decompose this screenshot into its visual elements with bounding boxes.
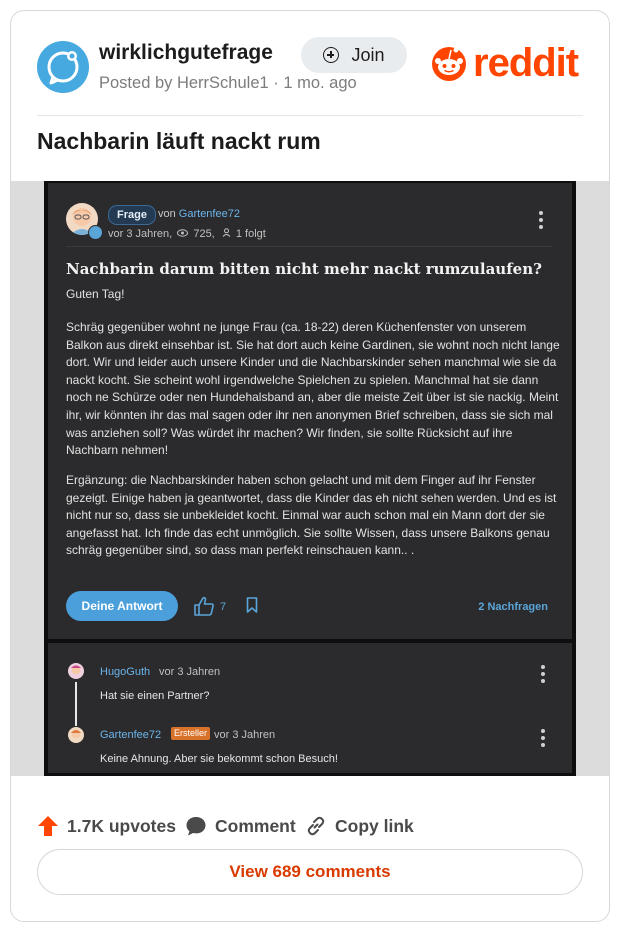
like-count: 7: [220, 601, 227, 613]
comment-text: Hat sie einen Partner?: [100, 690, 210, 702]
question-greeting: Guten Tag!: [66, 287, 125, 301]
kebab-menu-icon: [539, 211, 543, 232]
author-name: Gartenfee72: [178, 208, 240, 220]
comment-time: vor 3 Jahren: [214, 729, 276, 741]
question-meta: vor 3 Jahren, 725, 1 folgt: [108, 228, 266, 240]
header-divider: [37, 115, 583, 116]
eye-icon: [177, 229, 189, 237]
person-icon: [222, 228, 231, 237]
author-line: von Gartenfee72: [158, 208, 240, 220]
thumbs-up-icon: [194, 596, 214, 616]
question-tag: Frage: [108, 205, 156, 225]
view-comments-button[interactable]: View 689 comments: [37, 849, 583, 895]
comments-panel: HugoGuth vor 3 Jahren Hat sie einen Part…: [48, 643, 572, 773]
bookmark-icon: [246, 597, 258, 613]
question-divider: [66, 246, 552, 247]
embedded-screenshot: Frage von Gartenfee72 vor 3 Jahren, 725,…: [44, 181, 576, 776]
post-card: wirklichgutefrage Posted by HerrSchule1 …: [10, 10, 610, 922]
join-label: Join: [351, 44, 385, 65]
comment-time: vor 3 Jahren: [159, 666, 221, 678]
upvote-count: 1.7K upvotes: [67, 815, 176, 836]
join-button[interactable]: Join: [301, 37, 407, 73]
subreddit-name[interactable]: wirklichgutefrage: [99, 41, 273, 65]
app-avatar-icon: [47, 51, 79, 85]
comment-user: Gartenfee72: [100, 729, 162, 741]
question-panel: Frage von Gartenfee72 vor 3 Jahren, 725,…: [48, 183, 572, 639]
author-badge: [88, 225, 103, 240]
link-icon: [307, 816, 325, 836]
reddit-snoo-icon: [432, 47, 466, 81]
reddit-logo[interactable]: reddit: [429, 41, 579, 85]
comment-thread-line: [75, 682, 77, 726]
comment-button[interactable]: Comment: [185, 815, 296, 837]
comment-text: Keine Ahnung. Aber sie bekommt schon Bes…: [100, 753, 338, 765]
answer-button: Deine Antwort: [66, 591, 178, 621]
kebab-menu-icon: [541, 665, 545, 686]
comment-bubble-icon: [186, 817, 206, 836]
follow-up-questions-link: 2 Nachfragen: [478, 601, 548, 613]
question-body: Schräg gegenüber wohnt ne junge Frau (ca…: [66, 320, 560, 458]
kebab-menu-icon: [541, 729, 545, 750]
subreddit-avatar[interactable]: [37, 41, 89, 93]
copy-link-button[interactable]: Copy link: [305, 815, 414, 837]
question-addendum: Ergänzung: die Nachbarskinder haben scho…: [66, 473, 557, 558]
comment-avatar: [68, 663, 84, 679]
comment-user: HugoGuth: [100, 666, 151, 678]
post-title[interactable]: Nachbarin läuft nackt rum: [37, 128, 321, 155]
plus-circle-icon: [323, 47, 340, 63]
upvote-button[interactable]: 1.7K upvotes: [37, 815, 176, 837]
post-byline: Posted by HerrSchule1 · 1 mo. ago: [99, 74, 357, 92]
comment-avatar: [68, 727, 84, 743]
copy-link-label: Copy link: [335, 815, 414, 836]
post-image[interactable]: Frage von Gartenfee72 vor 3 Jahren, 725,…: [11, 181, 609, 776]
reddit-wordmark: reddit: [473, 41, 579, 85]
question-title: Nachbarin darum bitten nicht mehr nackt …: [66, 260, 542, 278]
author-badge-label: Ersteller: [171, 727, 211, 740]
comment-label: Comment: [215, 815, 296, 836]
upvote-arrow-icon: [38, 816, 58, 836]
